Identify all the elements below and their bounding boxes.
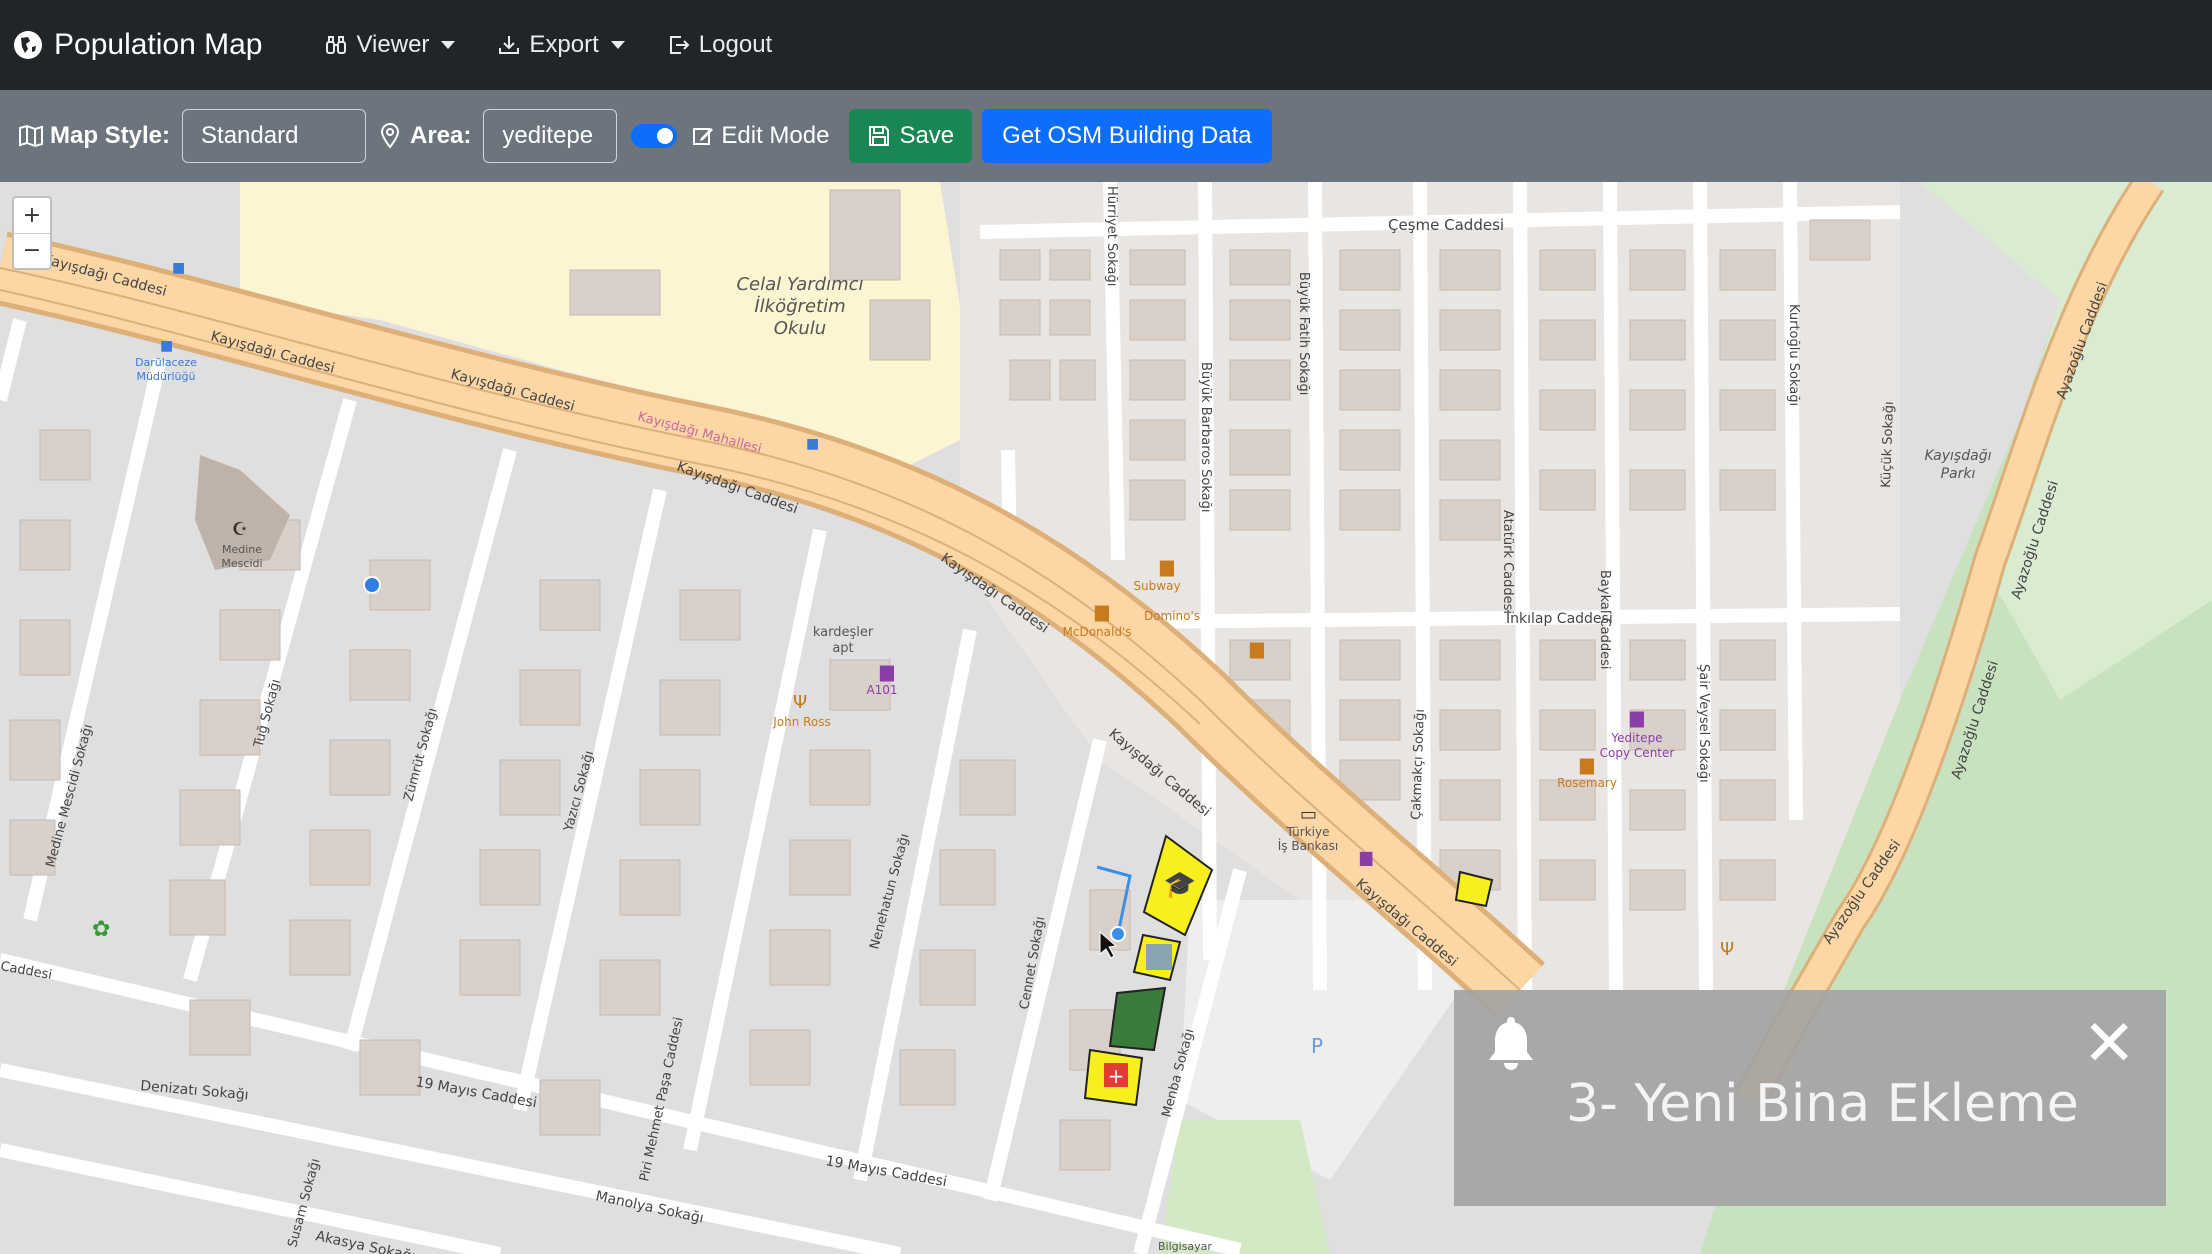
edit-mode-text: Edit Mode bbox=[721, 122, 830, 149]
shop-icon-small: ▆ bbox=[1359, 847, 1373, 866]
export-label: Export bbox=[529, 31, 599, 58]
bank-icon: ▭ bbox=[1300, 804, 1317, 825]
office-icon bbox=[1146, 944, 1172, 970]
street-label: Baykal Caddesi bbox=[1597, 570, 1612, 670]
get-osm-building-data-button[interactable]: Get OSM Building Data bbox=[982, 109, 1272, 163]
edit-mode-toggle[interactable] bbox=[631, 124, 678, 148]
navbar: Population Map Viewer Export Logout bbox=[0, 0, 2212, 90]
park-label: Kayışdağı bbox=[1925, 448, 1992, 464]
poi-label: McDonald's bbox=[1063, 625, 1132, 639]
map-icon bbox=[19, 124, 43, 148]
street-label: Küçük Sokağı bbox=[1879, 401, 1897, 488]
poi-label: Türkiye bbox=[1286, 825, 1330, 839]
binoculars-icon bbox=[326, 36, 347, 54]
export-menu[interactable]: Export bbox=[497, 31, 625, 59]
poi-label: Copy Center bbox=[1600, 746, 1675, 760]
restaurant-icon-rosemary: ▆ bbox=[1579, 754, 1595, 775]
pencil-square-icon bbox=[693, 128, 714, 145]
osm-button-label: Get OSM Building Data bbox=[1002, 122, 1252, 149]
bell-icon bbox=[1489, 1017, 1533, 1070]
restaurant-icon-subway: ▆ bbox=[1159, 556, 1175, 577]
toolbar: Map Style: Standard Area: yeditepe Edit … bbox=[0, 90, 2212, 182]
bus-stop-icon-3: ■ bbox=[806, 436, 819, 452]
globe-icon bbox=[14, 31, 42, 59]
logout-icon bbox=[669, 36, 690, 54]
map-style-select[interactable]: Standard bbox=[182, 109, 367, 163]
poi-label: Yeditepe bbox=[1610, 731, 1662, 745]
chevron-down-icon bbox=[441, 41, 456, 49]
poi-label: A101 bbox=[866, 683, 897, 697]
area-label: Area: bbox=[380, 122, 471, 150]
playground-icon: ✿ bbox=[92, 917, 110, 942]
edit-mode-label: Edit Mode bbox=[691, 122, 829, 150]
street-label: Çeşme Caddesi bbox=[1388, 216, 1504, 234]
poi-label: Medine bbox=[222, 543, 262, 556]
poi-label: Rosemary bbox=[1557, 776, 1617, 790]
street-label: Şair Veysel Sokağı bbox=[1696, 664, 1711, 783]
street-label: Kurtoğlu Sokağı bbox=[1786, 304, 1801, 406]
download-icon bbox=[499, 36, 520, 54]
zoom-control: + − bbox=[12, 196, 52, 270]
logout-link[interactable]: Logout bbox=[667, 31, 772, 59]
bus-stop-icon-2: ■ bbox=[160, 338, 173, 354]
street-label: Atatürk Caddesi bbox=[1500, 510, 1515, 614]
notification-toast: 3- Yeni Bina Ekleme ✕ bbox=[1454, 990, 2166, 1206]
poi-label: İş Bankası bbox=[1278, 838, 1338, 853]
street-label: Büyük Fatih Sokağı bbox=[1296, 272, 1311, 395]
area-text: Area: bbox=[410, 122, 472, 149]
viewer-menu[interactable]: Viewer bbox=[324, 31, 456, 59]
location-marker[interactable] bbox=[363, 576, 381, 594]
cafe-icon: ▆ bbox=[1249, 638, 1265, 659]
toast-title: 3- Yeni Bina Ekleme bbox=[1566, 1074, 2079, 1134]
save-label: Save bbox=[899, 122, 955, 149]
floppy-disk-icon bbox=[869, 126, 890, 146]
poi-label: John Ross bbox=[772, 715, 831, 729]
poi-label: apt bbox=[832, 641, 853, 656]
shop-icon-a101: ▆ bbox=[879, 661, 895, 682]
shop-icon-copy: ▆ bbox=[1629, 707, 1645, 728]
street-label: İnkılap Caddesi bbox=[1506, 609, 1613, 627]
logout-label: Logout bbox=[698, 31, 773, 58]
school-label: Celal Yardımcı bbox=[736, 274, 863, 295]
poi-label: Darülaceze bbox=[135, 356, 197, 369]
poi-label: kardeşler bbox=[813, 625, 874, 640]
poi-label: Subway bbox=[1133, 579, 1180, 593]
street-label: Büyük Barbaros Sokağı bbox=[1198, 362, 1213, 512]
restaurant-icon-right: Ψ bbox=[1720, 939, 1734, 960]
poi-label: Mescidi bbox=[221, 557, 262, 570]
zoom-in-button[interactable]: + bbox=[14, 198, 50, 234]
viewer-label: Viewer bbox=[356, 31, 430, 58]
graduation-cap-icon: 🎓 bbox=[1164, 870, 1196, 900]
brand-title: Population Map bbox=[54, 28, 263, 61]
map-style-value: Standard bbox=[201, 122, 299, 149]
location-pin-icon bbox=[381, 123, 400, 149]
close-icon[interactable]: ✕ bbox=[2082, 1012, 2136, 1076]
zoom-out-button[interactable]: − bbox=[14, 234, 50, 269]
area-input[interactable]: yeditepe bbox=[483, 109, 618, 163]
map-style-label: Map Style: bbox=[18, 122, 170, 150]
street-label: Hürriyet Sokağı bbox=[1104, 186, 1119, 286]
park-label: Parkı bbox=[1941, 466, 1976, 482]
cross-icon: + bbox=[1108, 1064, 1125, 1088]
bus-stop-icon: ■ bbox=[172, 260, 185, 276]
school-label: İlköğretim bbox=[754, 296, 845, 317]
poi-label: Domino's bbox=[1144, 609, 1200, 623]
school-label: Okulu bbox=[774, 318, 826, 339]
parking-label: P bbox=[1311, 1034, 1323, 1058]
restaurant-icon-johnross: Ψ bbox=[793, 692, 807, 713]
save-button[interactable]: Save bbox=[849, 109, 973, 163]
restaurant-icon-mcdonalds: ▆ bbox=[1094, 601, 1110, 622]
brand[interactable]: Population Map bbox=[12, 28, 262, 62]
area-value: yeditepe bbox=[502, 122, 594, 149]
map-style-text: Map Style: bbox=[50, 122, 171, 149]
poi-label: Bilgisayar bbox=[1158, 1240, 1212, 1253]
drawing-vertex[interactable] bbox=[1110, 926, 1126, 942]
chevron-down-icon bbox=[610, 41, 625, 49]
poi-label: Müdürlüğü bbox=[137, 370, 196, 383]
crescent-icon: ☪ bbox=[232, 519, 248, 540]
